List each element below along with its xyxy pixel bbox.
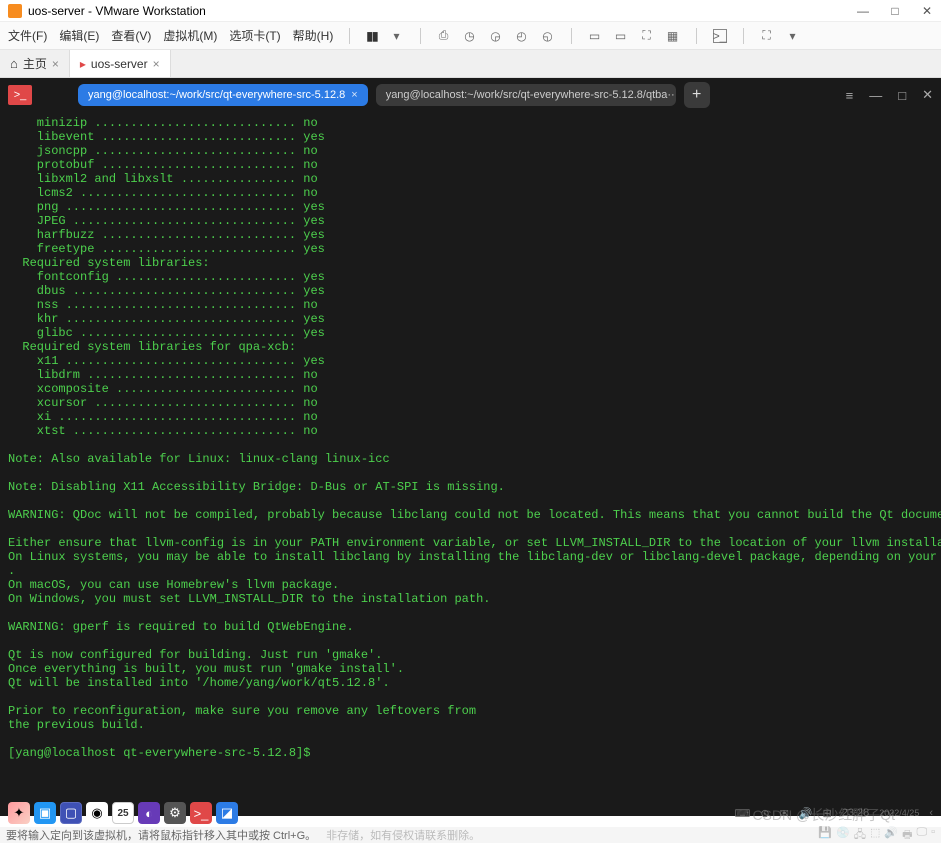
close-icon[interactable]: × bbox=[153, 57, 160, 71]
more-icon[interactable]: ▫ bbox=[931, 826, 935, 845]
close-button[interactable]: ✕ bbox=[921, 5, 933, 17]
pause-icon[interactable]: ▮▮ bbox=[366, 29, 377, 43]
app-store-icon[interactable]: ▢ bbox=[60, 802, 82, 824]
file-manager-icon[interactable]: ▣ bbox=[34, 802, 56, 824]
manage-icon[interactable]: ◵ bbox=[541, 29, 555, 43]
console-icon[interactable]: >_ bbox=[713, 29, 727, 43]
menu-edit[interactable]: 编辑(E) bbox=[59, 27, 99, 44]
menu-vm[interactable]: 虚拟机(M) bbox=[163, 27, 217, 44]
terminal-tab-1[interactable]: yang@localhost:~/work/src/qt-everywhere-… bbox=[78, 84, 368, 106]
status-device-icons[interactable]: 💾 💿 🖧 ⬚ 🔊 🖶 🖵 ▫ bbox=[818, 826, 935, 845]
unity-icon[interactable]: ⛶ bbox=[640, 29, 654, 43]
terminal-tabbar: >_ yang@localhost:~/work/src/qt-everywhe… bbox=[0, 78, 941, 112]
volume-icon[interactable]: 🔊 bbox=[799, 807, 813, 820]
system-tray[interactable]: ⌨ ⊙ ✉ 🔊 ⊞ 23:28 2022/4/25 ‹ bbox=[735, 807, 934, 820]
terminal-output[interactable]: minizip ............................ no … bbox=[0, 112, 941, 816]
home-icon: ⌂ bbox=[10, 56, 18, 71]
new-tab-button[interactable]: + bbox=[684, 82, 710, 108]
clock-date: 2022/4/25 bbox=[879, 808, 919, 818]
menu-bar: 文件(F) 编辑(E) 查看(V) 虚拟机(M) 选项卡(T) 帮助(H) ▮▮… bbox=[0, 22, 941, 50]
disk-icon[interactable]: 💾 bbox=[818, 826, 832, 845]
network-icon[interactable]: ⊞ bbox=[823, 807, 832, 820]
net-icon[interactable]: 🖧 bbox=[854, 826, 866, 845]
status-extra: 非存储，如有侵权请联系删除。 bbox=[326, 827, 480, 843]
term-minimize-button[interactable]: — bbox=[869, 88, 882, 103]
sound-icon[interactable]: 🔊 bbox=[884, 826, 898, 845]
cd-icon[interactable]: 💿 bbox=[836, 826, 850, 845]
menu-tabs[interactable]: 选项卡(T) bbox=[229, 27, 280, 44]
hamburger-menu-icon[interactable]: ≡ bbox=[846, 88, 854, 103]
calendar-icon[interactable]: 25 bbox=[112, 802, 134, 824]
window-titlebar: uos-server - VMware Workstation — □ ✕ bbox=[0, 0, 941, 22]
maximize-button[interactable]: □ bbox=[889, 5, 901, 17]
monitor-icon[interactable]: ◐ bbox=[138, 802, 160, 824]
app-icon[interactable]: ◪ bbox=[216, 802, 238, 824]
revert-icon[interactable]: ◴ bbox=[515, 29, 529, 43]
dropdown-icon[interactable]: ▾ bbox=[390, 29, 404, 43]
vmware-icon bbox=[8, 4, 22, 18]
fit-guest-icon[interactable]: ▭ bbox=[588, 29, 602, 43]
terminal-tab-2[interactable]: yang@localhost:~/work/src/qt-everywhere-… bbox=[376, 84, 676, 106]
usb-icon[interactable]: ⬚ bbox=[870, 826, 880, 845]
notification-icon[interactable]: ✉ bbox=[780, 807, 789, 820]
tray-expand-icon[interactable]: ‹ bbox=[929, 807, 933, 819]
display-icon[interactable]: 🖵 bbox=[916, 826, 927, 845]
fullscreen-icon[interactable]: ⛶ bbox=[760, 29, 774, 43]
window-title: uos-server - VMware Workstation bbox=[28, 4, 857, 18]
vm-running-icon: ▸ bbox=[80, 57, 86, 71]
launcher-icon[interactable]: ✦ bbox=[8, 802, 30, 824]
vmware-statusbar: 要将输入定向到该虚拟机，请将鼠标指针移入其中或按 Ctrl+G。 非存储，如有侵… bbox=[0, 827, 941, 843]
thumbnail-icon[interactable]: ▦ bbox=[666, 29, 680, 43]
send-icon[interactable]: ⎙ bbox=[437, 29, 451, 43]
term-close-button[interactable]: ✕ bbox=[922, 87, 933, 103]
snapshot-icon[interactable]: ◷ bbox=[463, 29, 477, 43]
menu-file[interactable]: 文件(F) bbox=[8, 27, 47, 44]
term-maximize-button[interactable]: □ bbox=[898, 88, 906, 103]
terminal-app-icon[interactable]: >_ bbox=[8, 85, 32, 105]
terminal-icon[interactable]: >_ bbox=[190, 802, 212, 824]
settings-icon[interactable]: ⚙ bbox=[164, 802, 186, 824]
minimize-button[interactable]: — bbox=[857, 5, 869, 17]
status-hint: 要将输入定向到该虚拟机，请将鼠标指针移入其中或按 Ctrl+G。 bbox=[6, 827, 316, 843]
tray-icon[interactable]: ⊙ bbox=[760, 807, 769, 820]
menu-view[interactable]: 查看(V) bbox=[111, 27, 151, 44]
clock-time[interactable]: 23:28 bbox=[842, 807, 870, 819]
menu-help[interactable]: 帮助(H) bbox=[293, 27, 334, 44]
browser-icon[interactable]: ◉ bbox=[86, 802, 108, 824]
tab-home[interactable]: ⌂ 主页 × bbox=[0, 50, 70, 77]
close-icon[interactable]: × bbox=[52, 57, 59, 71]
guest-taskbar: ✦ ▣ ▢ ◉ 25 ◐ ⚙ >_ ◪ ⌨ ⊙ ✉ 🔊 ⊞ 23:28 2022… bbox=[0, 799, 941, 827]
fit-window-icon[interactable]: ▭ bbox=[614, 29, 628, 43]
close-icon[interactable]: × bbox=[351, 89, 357, 101]
snapshot-mgr-icon[interactable]: ◶ bbox=[489, 29, 503, 43]
keyboard-icon[interactable]: ⌨ bbox=[735, 807, 751, 820]
terminal-window: >_ yang@localhost:~/work/src/qt-everywhe… bbox=[0, 78, 941, 816]
dropdown2-icon[interactable]: ▾ bbox=[786, 29, 800, 43]
vmware-tabs: ⌂ 主页 × ▸ uos-server × bbox=[0, 50, 941, 78]
tab-uos-server[interactable]: ▸ uos-server × bbox=[70, 50, 171, 77]
printer-icon[interactable]: 🖶 bbox=[902, 826, 912, 845]
